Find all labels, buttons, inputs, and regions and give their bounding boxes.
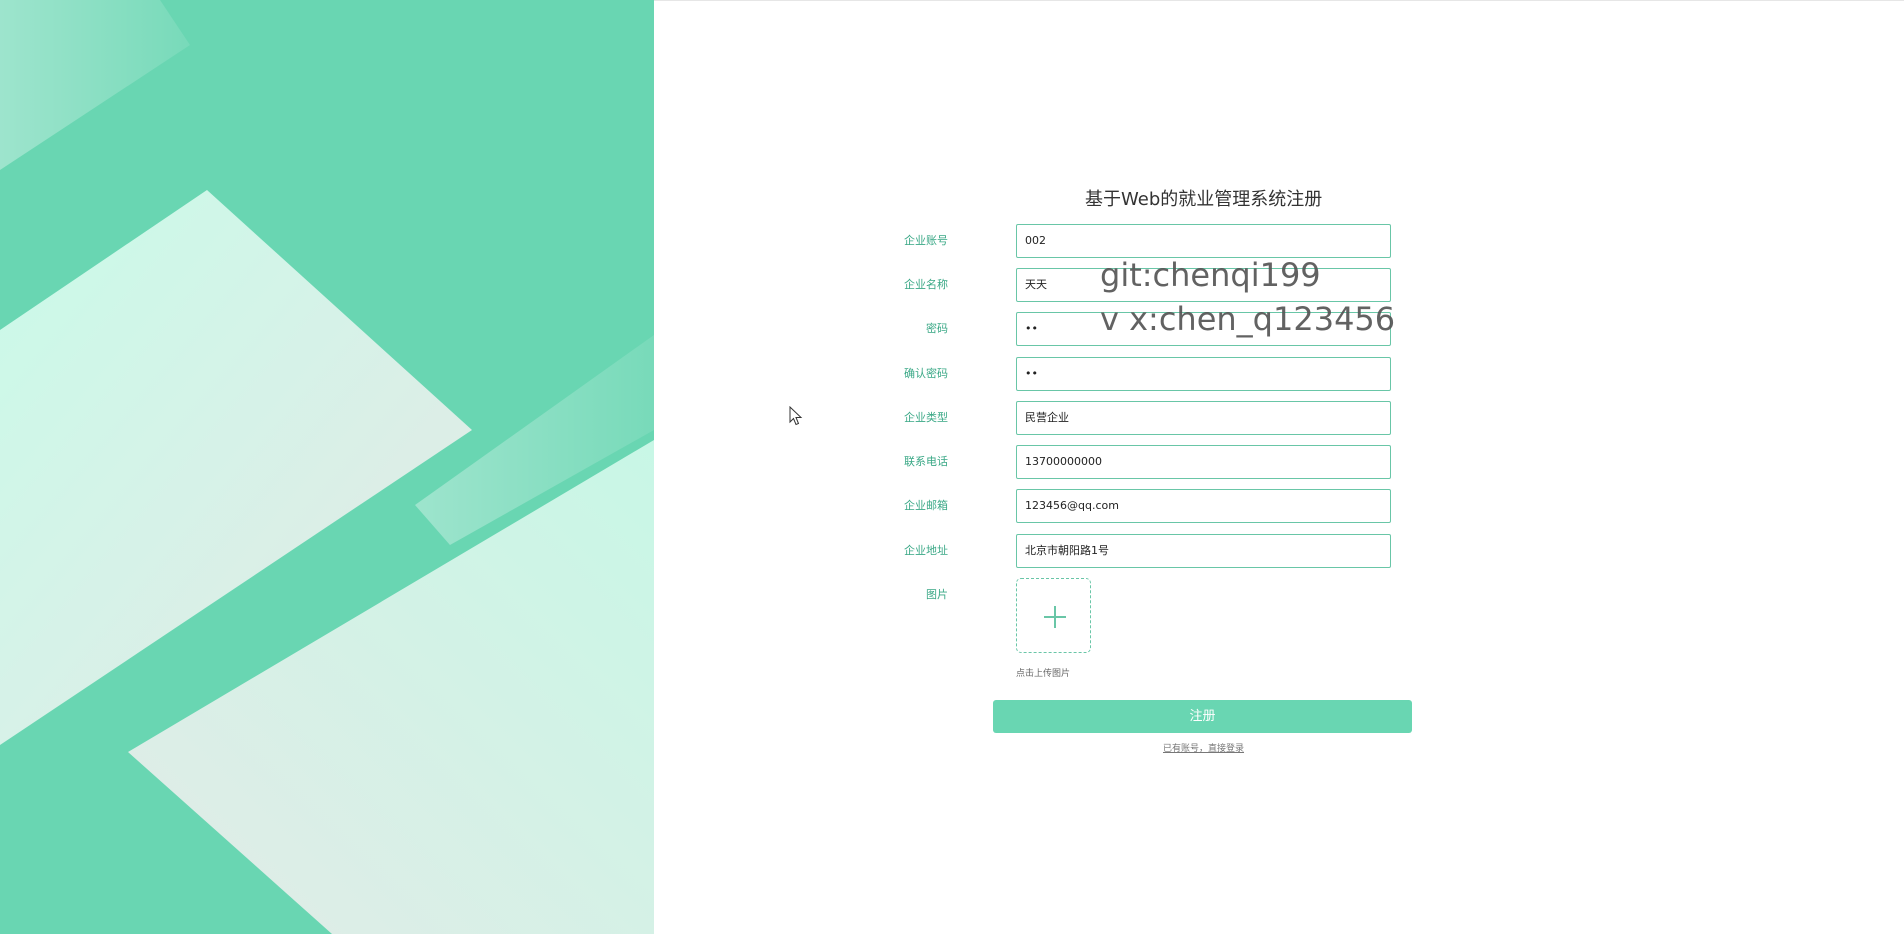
field-label: 确认密码 [904, 367, 948, 380]
field-row-image: 图片 [926, 578, 1390, 658]
field-label: 企业名称 [904, 278, 948, 291]
field-label: 联系电话 [904, 455, 948, 468]
field-label: 企业地址 [904, 544, 948, 557]
watermark-line-2: v x:chen_q123456 [1100, 300, 1396, 338]
upload-hint: 点击上传图片 [1016, 669, 1071, 679]
field-row-company-type: 企业类型 民营企业 [904, 401, 1391, 435]
confirm-password-input[interactable]: •• [1016, 357, 1391, 391]
field-label: 企业邮箱 [904, 499, 948, 512]
image-upload-button[interactable] [1016, 578, 1091, 653]
company-type-input[interactable]: 民营企业 [1016, 401, 1391, 435]
field-row-email: 企业邮箱 123456@qq.com [904, 489, 1391, 523]
field-label: 密码 [926, 322, 948, 335]
address-input[interactable]: 北京市朝阳路1号 [1016, 534, 1391, 568]
top-border-line [654, 0, 1904, 1]
field-row-account: 企业账号 002 [904, 224, 1391, 258]
field-label: 图片 [926, 588, 948, 601]
field-row-confirm-password: 确认密码 •• [904, 357, 1391, 391]
register-button[interactable]: 注册 [993, 700, 1412, 733]
login-link[interactable]: 已有账号，直接登录 [1163, 741, 1244, 754]
background-geometry [0, 0, 654, 934]
phone-input[interactable]: 13700000000 [1016, 445, 1391, 479]
page-title: 基于Web的就业管理系统注册 [1085, 189, 1323, 210]
field-label: 企业账号 [904, 234, 948, 247]
mouse-pointer-icon [789, 406, 803, 426]
decorative-side-panel [0, 0, 654, 934]
field-row-address: 企业地址 北京市朝阳路1号 [904, 534, 1391, 568]
field-row-phone: 联系电话 13700000000 [904, 445, 1391, 479]
watermark-line-1: git:chenqi199 [1100, 256, 1321, 294]
account-input[interactable]: 002 [1016, 224, 1391, 258]
email-input[interactable]: 123456@qq.com [1016, 489, 1391, 523]
field-label: 企业类型 [904, 411, 948, 424]
